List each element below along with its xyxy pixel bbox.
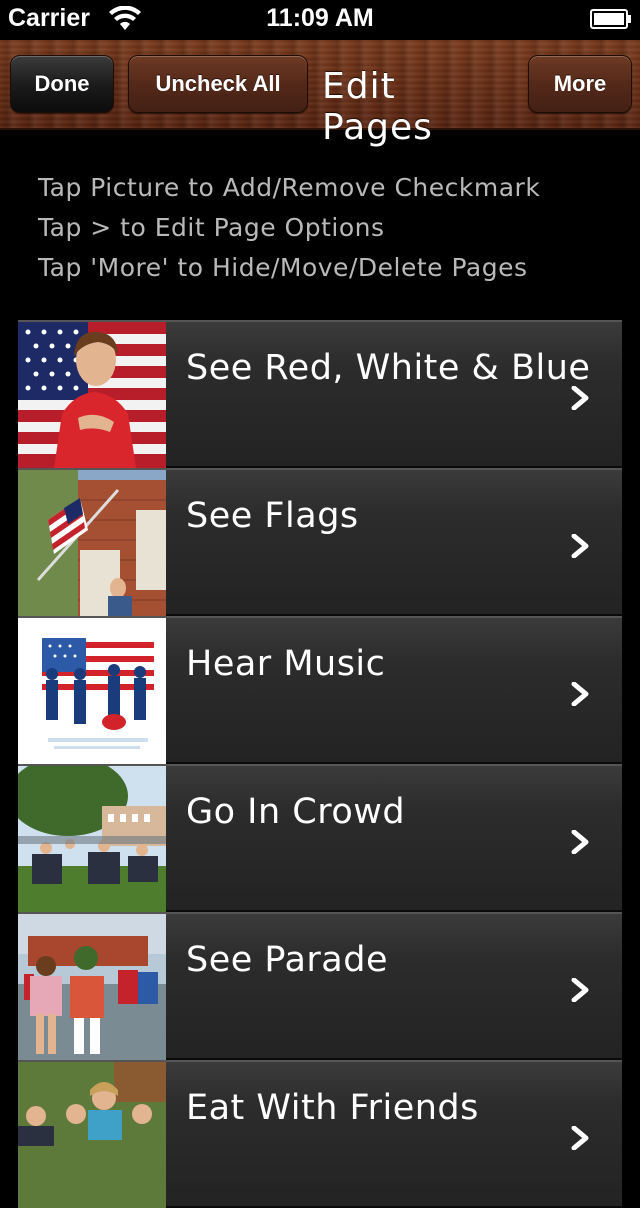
friends-picnic-image	[18, 1062, 166, 1208]
page-thumbnail[interactable]	[18, 322, 166, 468]
list-item[interactable]: See Red, White & Blue	[18, 320, 622, 468]
band-silhouette-image	[18, 618, 166, 764]
page-title-label: Go In Crowd	[186, 792, 406, 832]
list-item[interactable]: See Parade	[18, 912, 622, 1060]
page-thumbnail[interactable]	[18, 618, 166, 764]
page-title-label: Hear Music	[186, 644, 386, 684]
instruction-line: Tap Picture to Add/Remove Checkmark	[38, 173, 541, 202]
battery-icon	[590, 9, 631, 29]
done-button[interactable]: Done	[10, 55, 114, 113]
page-title-label: See Red, White & Blue	[186, 348, 591, 388]
instructions: Tap Picture to Add/Remove Checkmark Tap …	[38, 168, 540, 288]
chevron-right-icon[interactable]	[570, 682, 592, 706]
chevron-right-icon[interactable]	[570, 386, 592, 410]
page-title: Edit Pages	[322, 66, 433, 148]
list-item[interactable]: Eat With Friends	[18, 1060, 622, 1208]
chevron-right-icon[interactable]	[570, 978, 592, 1002]
chevron-right-icon[interactable]	[570, 534, 592, 558]
page-thumbnail[interactable]	[18, 766, 166, 912]
list-item[interactable]: Hear Music	[18, 616, 622, 764]
more-button[interactable]: More	[528, 55, 632, 113]
status-bar: Carrier 11:09 AM	[0, 0, 640, 40]
flag-on-house-image	[18, 470, 166, 616]
page-thumbnail[interactable]	[18, 470, 166, 616]
page-title-label: Eat With Friends	[186, 1088, 479, 1128]
parade-kids-image	[18, 914, 166, 1060]
instruction-line: Tap 'More' to Hide/Move/Delete Pages	[38, 253, 528, 282]
boy-with-flag-image	[18, 322, 166, 468]
page-title-label: See Flags	[186, 496, 359, 536]
list-item[interactable]: Go In Crowd	[18, 764, 622, 912]
crowd-lawn-image	[18, 766, 166, 912]
chevron-right-icon[interactable]	[570, 830, 592, 854]
uncheck-all-button[interactable]: Uncheck All	[128, 55, 308, 113]
clock: 11:09 AM	[266, 4, 374, 32]
pages-list: See Red, White & Blue See Flags Hear Mus…	[18, 320, 622, 1208]
page-title-label: See Parade	[186, 940, 388, 980]
instruction-line: Tap > to Edit Page Options	[38, 213, 385, 242]
list-item[interactable]: See Flags	[18, 468, 622, 616]
page-thumbnail[interactable]	[18, 914, 166, 1060]
nav-bar: Done Uncheck All Edit Pages More	[0, 40, 640, 148]
page-thumbnail[interactable]	[18, 1062, 166, 1208]
chevron-right-icon[interactable]	[570, 1126, 592, 1150]
